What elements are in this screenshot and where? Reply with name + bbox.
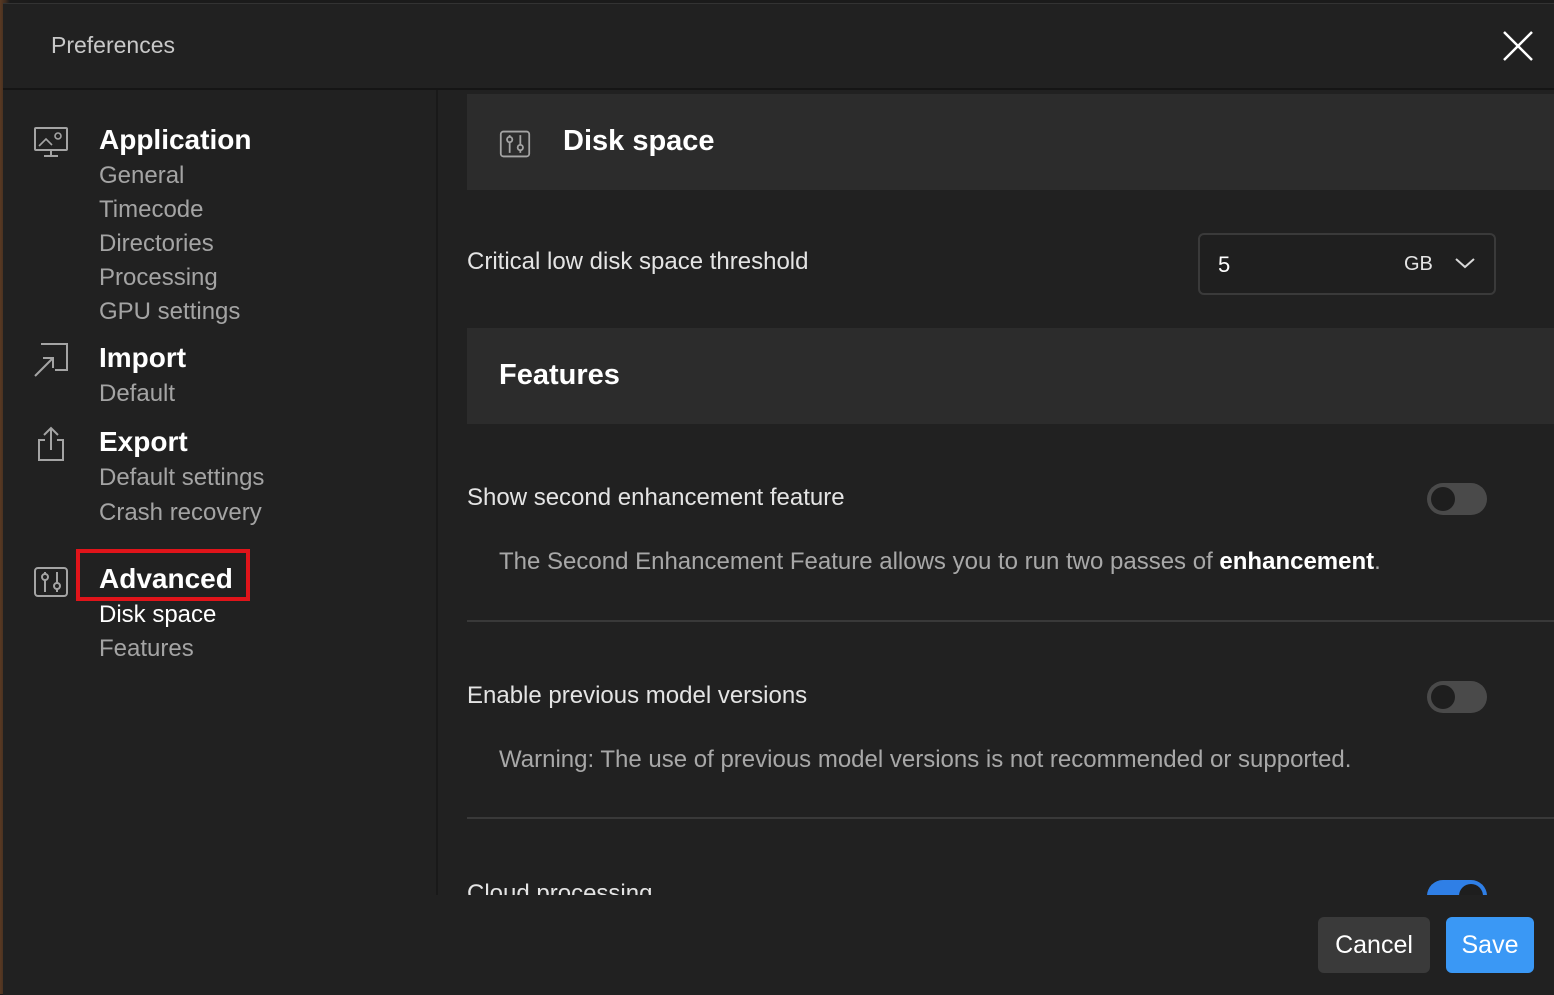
features-section-header: Features xyxy=(467,328,1554,424)
divider xyxy=(467,620,1554,622)
sidebar-item-processing[interactable]: Processing xyxy=(99,264,218,292)
sidebar-item-default-settings[interactable]: Default settings xyxy=(99,464,264,492)
previous-models-toggle[interactable] xyxy=(1427,681,1487,713)
sidebar-item-timecode[interactable]: Timecode xyxy=(99,196,203,224)
preferences-dialog: Preferences Application General Timecode… xyxy=(3,3,1554,995)
sidebar-item-general[interactable]: General xyxy=(99,162,184,190)
toggle-knob xyxy=(1431,685,1455,709)
cancel-button[interactable]: Cancel xyxy=(1318,917,1430,973)
disk-space-section-header: Disk space xyxy=(467,94,1554,190)
divider xyxy=(467,817,1554,819)
sidebar-item-gpu-settings[interactable]: GPU settings xyxy=(99,298,240,326)
setting-description-second-enhancement: The Second Enhancement Feature allows yo… xyxy=(499,548,1381,575)
sidebar-item-application[interactable]: Application xyxy=(99,124,251,156)
sidebar-item-features[interactable]: Features xyxy=(99,635,194,663)
emphasis-text: enhancement xyxy=(1219,548,1375,575)
setting-label-cloud-processing: Cloud processing xyxy=(467,880,653,895)
dialog-titlebar: Preferences xyxy=(3,4,1554,90)
threshold-select[interactable]: 5 GB xyxy=(1198,233,1496,295)
threshold-value: 5 xyxy=(1218,252,1231,277)
selection-highlight-box xyxy=(76,549,250,601)
import-arrow-icon xyxy=(34,343,68,377)
section-title-features: Features xyxy=(499,359,620,391)
sidebar-item-directories[interactable]: Directories xyxy=(99,230,214,258)
settings-panel: Disk space Critical low disk space thres… xyxy=(467,90,1554,895)
export-share-icon xyxy=(38,426,64,461)
toggle-knob xyxy=(1459,884,1483,895)
dialog-title: Preferences xyxy=(51,32,176,58)
dialog-footer: Cancel Save xyxy=(3,895,1554,995)
sidebar-item-import[interactable]: Import xyxy=(99,342,186,374)
chevron-down-icon xyxy=(1455,258,1475,269)
setting-description-previous-models: Warning: The use of previous model versi… xyxy=(499,746,1352,773)
preferences-sidebar: Application General Timecode Directories… xyxy=(3,90,438,895)
sliders-icon xyxy=(499,130,531,158)
second-enhancement-toggle[interactable] xyxy=(1427,483,1487,515)
sidebar-item-crash-recovery[interactable]: Crash recovery xyxy=(99,499,262,527)
sidebar-item-export[interactable]: Export xyxy=(99,426,188,458)
threshold-label: Critical low disk space threshold xyxy=(467,248,809,275)
section-title-disk-space: Disk space xyxy=(563,125,715,157)
setting-label-previous-models: Enable previous model versions xyxy=(467,682,808,709)
close-icon xyxy=(1503,31,1533,61)
monitor-settings-icon xyxy=(34,127,68,157)
toggle-knob xyxy=(1431,487,1455,511)
save-button[interactable]: Save xyxy=(1446,917,1534,973)
threshold-unit: GB xyxy=(1404,253,1433,275)
close-button[interactable] xyxy=(1500,28,1536,64)
cloud-processing-toggle[interactable] xyxy=(1427,880,1487,895)
sidebar-item-disk-space[interactable]: Disk space xyxy=(99,601,216,629)
sidebar-item-import-default[interactable]: Default xyxy=(99,380,175,408)
sliders-icon xyxy=(34,567,68,597)
setting-label-second-enhancement: Show second enhancement feature xyxy=(467,484,845,511)
